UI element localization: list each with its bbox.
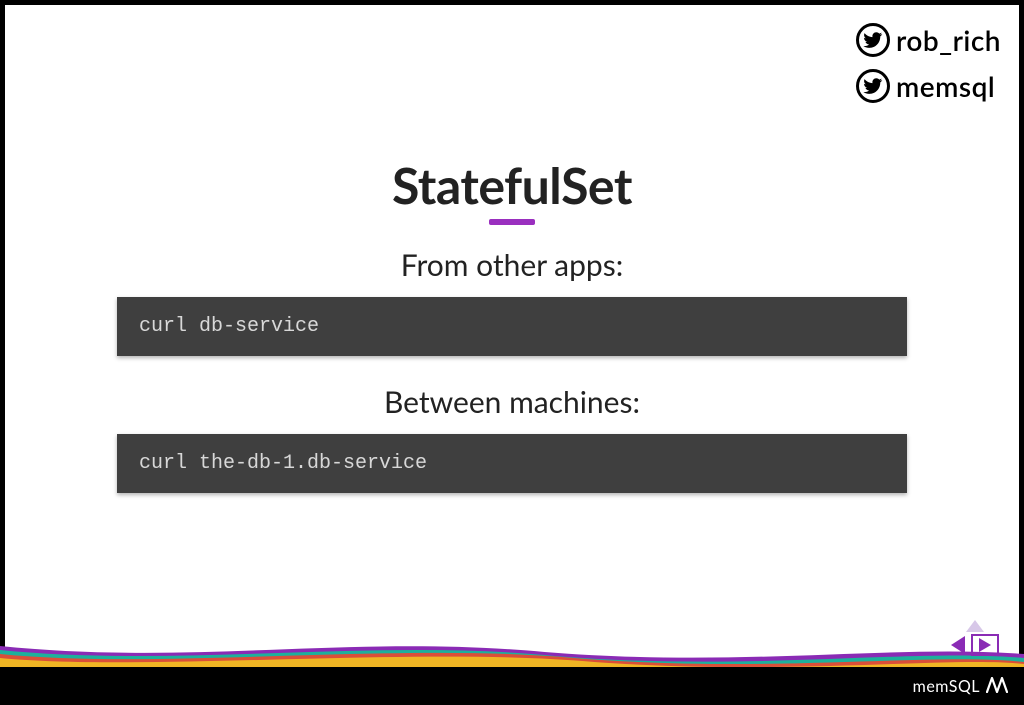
chevron-right-icon [979, 638, 991, 652]
twitter-icon [856, 23, 890, 57]
footer-logo-icon [986, 675, 1008, 697]
title-underline [489, 219, 535, 225]
code-block-1: curl db-service [117, 297, 907, 356]
nav-up-button[interactable] [966, 620, 984, 632]
footer-brand-text: memSQL [913, 677, 980, 696]
section-label-2: Between machines: [384, 384, 640, 420]
decorative-wave [0, 638, 1024, 668]
footer-bar: memSQL [0, 667, 1024, 705]
slide-title: StatefulSet [392, 155, 632, 215]
handle-text: memsql [896, 69, 995, 103]
slide-frame: rob_rich memsql StatefulSet From other a… [0, 0, 1024, 705]
nav-prev-button[interactable] [951, 636, 965, 654]
code-block-2: curl the-db-1.db-service [117, 434, 907, 493]
slide-content: StatefulSet From other apps: curl db-ser… [5, 155, 1019, 515]
nav-next-button[interactable] [971, 634, 999, 656]
twitter-handle-1[interactable]: rob_rich [856, 23, 1001, 57]
handle-text: rob_rich [896, 23, 1001, 57]
twitter-handle-2[interactable]: memsql [856, 69, 995, 103]
twitter-handles: rob_rich memsql [856, 23, 1001, 103]
slide-nav [951, 620, 999, 656]
section-label-1: From other apps: [401, 247, 623, 283]
twitter-icon [856, 69, 890, 103]
